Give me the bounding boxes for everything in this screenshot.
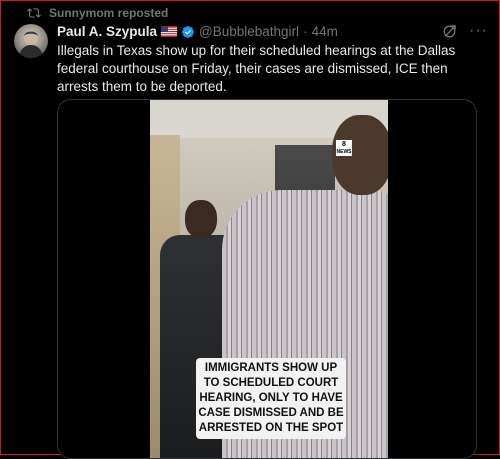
news-logo-text: NEWS: [336, 149, 352, 155]
us-flag-icon: [161, 26, 178, 37]
post-frame: Sunnymom reposted Paul A. Szypula @Bubbl…: [0, 0, 500, 459]
grok-icon[interactable]: [441, 23, 458, 40]
post-text: Illegals in Texas show up for their sche…: [57, 43, 456, 94]
news-logo-number: 8: [342, 141, 346, 148]
media-card[interactable]: 8 NEWS IMMIGRANTS SHOW UP TO SCHEDULED C…: [57, 99, 477, 459]
video-player[interactable]: 8 NEWS IMMIGRANTS SHOW UP TO SCHEDULED C…: [150, 100, 388, 458]
scene-person-left-head: [185, 200, 217, 238]
more-icon[interactable]: ···: [469, 23, 488, 39]
video-caption: IMMIGRANTS SHOW UP TO SCHEDULED COURT HE…: [196, 358, 346, 439]
post-header: Paul A. Szypula @Bubblebathgirl · 44m: [57, 24, 338, 39]
news-logo: 8 NEWS: [336, 140, 352, 156]
repost-icon: [27, 8, 41, 18]
post-timestamp[interactable]: 44m: [312, 24, 338, 39]
repost-indicator[interactable]: Sunnymom reposted: [27, 6, 168, 20]
avatar-image: [19, 31, 43, 58]
separator-dot: ·: [303, 24, 308, 39]
repost-label: Sunnymom reposted: [49, 6, 169, 20]
display-name[interactable]: Paul A. Szypula: [57, 24, 157, 39]
verified-badge-icon: [182, 25, 195, 38]
user-handle[interactable]: @Bubblebathgirl: [199, 24, 299, 39]
avatar[interactable]: [14, 24, 48, 58]
